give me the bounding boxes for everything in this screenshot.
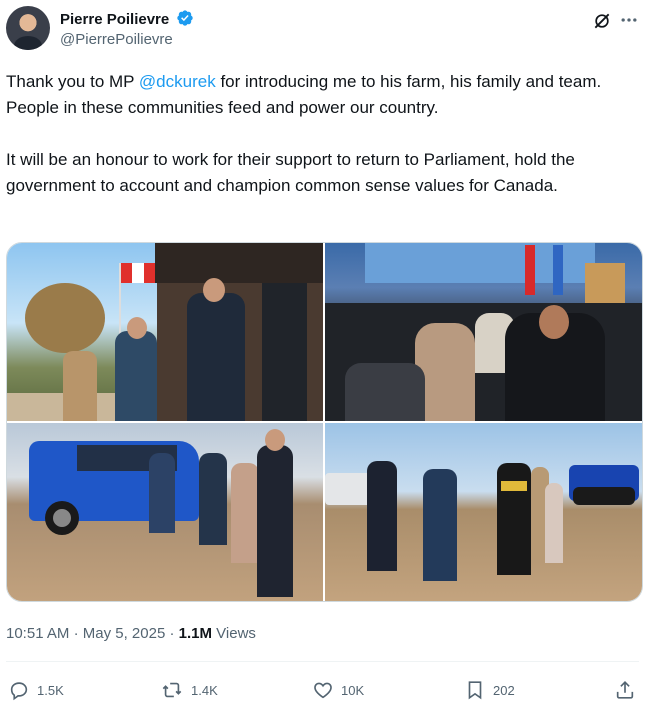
author-handle[interactable]: @PierrePoilievre — [60, 31, 173, 48]
author-name[interactable]: Pierre Poilievre — [60, 11, 169, 28]
like-button[interactable]: 10K — [312, 674, 364, 706]
reply-count: 1.5K — [37, 682, 64, 698]
bookmark-button[interactable]: 202 — [464, 674, 515, 706]
photo-handshake-in-field-with-tractor[interactable] — [325, 423, 642, 601]
reply-icon — [10, 682, 28, 701]
repost-icon — [162, 682, 182, 698]
more-options-icon[interactable] — [619, 10, 639, 30]
media-grid — [6, 242, 643, 602]
action-bar: 1.5K 1.4K 10K 202 — [6, 674, 639, 706]
heart-icon — [314, 682, 332, 699]
bookmark-icon — [468, 681, 482, 700]
mention-link[interactable]: @dckurek — [139, 72, 216, 91]
tweet-date[interactable]: May 5, 2025 — [83, 625, 166, 642]
tweet-header: Pierre Poilievre @PierrePoilievre — [6, 6, 639, 52]
photo-group-by-blue-truck[interactable] — [7, 423, 323, 601]
tweet-paragraph-2: It will be an honour to work for their s… — [6, 150, 575, 195]
bookmark-count: 202 — [493, 682, 515, 698]
share-button[interactable] — [614, 674, 643, 706]
divider — [6, 661, 639, 662]
photo-handshake-at-house-door[interactable] — [7, 243, 323, 421]
verified-badge-icon — [177, 10, 194, 26]
tweet-time[interactable]: 10:51 AM — [6, 625, 69, 642]
reply-button[interactable]: 1.5K — [8, 674, 64, 706]
photo-crowded-room-gathering[interactable] — [325, 243, 642, 421]
share-icon — [616, 681, 634, 699]
separator: · — [169, 625, 175, 642]
tweet-text: Thank you to MP @dckurek for introducing… — [6, 69, 640, 225]
grok-icon[interactable] — [592, 11, 612, 31]
views-count[interactable]: 1.1M — [179, 625, 212, 642]
views-label: Views — [216, 625, 256, 642]
separator: · — [73, 625, 79, 642]
tweet-paragraph-1: Thank you to MP @dckurek for introducing… — [6, 72, 602, 117]
avatar[interactable] — [6, 6, 50, 50]
repost-button[interactable]: 1.4K — [160, 674, 218, 706]
repost-count: 1.4K — [191, 682, 218, 698]
like-count: 10K — [341, 682, 365, 698]
tweet-metadata: 10:51 AM · May 5, 2025 · 1.1M Views — [6, 625, 256, 642]
author-name-row[interactable]: Pierre Poilievre — [60, 9, 194, 28]
